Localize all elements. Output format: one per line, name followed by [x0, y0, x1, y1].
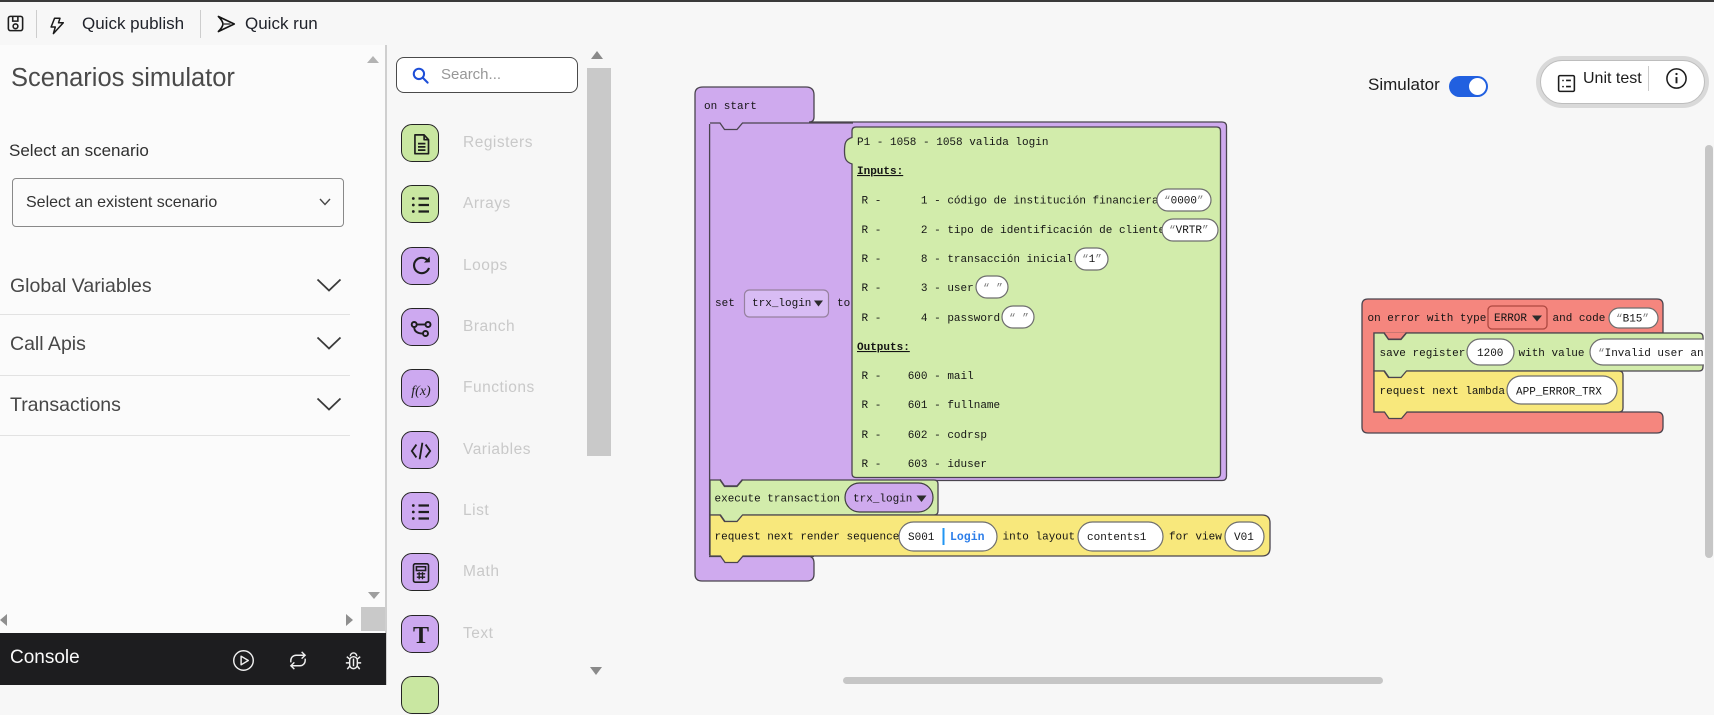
svg-text:V01: V01 [1234, 532, 1254, 544]
svg-text:R - 602 - codrsp: R - 602 - codrsp [862, 430, 987, 442]
svg-text:“ ”: “ ” [1009, 313, 1029, 325]
svg-text:for view: for view [1169, 532, 1222, 544]
svg-text:R - 1 - código de institu: R - 1 - código de institución financiera [862, 196, 1159, 208]
svg-text:R - 2 - tipo de identific: R - 2 - tipo de identificación de client… [862, 225, 1166, 237]
svg-text:“1”: “1” [1082, 254, 1102, 266]
svg-text:on start: on start [704, 101, 757, 113]
svg-text:trx_login: trx_login [853, 494, 912, 506]
svg-text:ERROR: ERROR [1494, 313, 1527, 325]
svg-text:“VRTR”: “VRTR” [1169, 225, 1209, 237]
svg-text:1200: 1200 [1477, 348, 1503, 360]
svg-text:R - 601 - fullname: R - 601 - fullname [862, 400, 1001, 412]
svg-text:R - 4 - password: R - 4 - password [862, 313, 1001, 325]
svg-text:Outputs:: Outputs: [857, 342, 910, 354]
svg-text:APP_ERROR_TRX: APP_ERROR_TRX [1516, 387, 1602, 399]
svg-text:“0000”: “0000” [1164, 196, 1204, 208]
svg-text:Inputs:: Inputs: [857, 166, 903, 178]
svg-text:S001: S001 [908, 532, 935, 544]
svg-text:“ ”: “ ” [983, 283, 1003, 295]
svg-text:request next render sequence: request next render sequence [715, 532, 900, 544]
svg-text:“B15”: “B15” [1616, 314, 1649, 326]
svg-text:on error with type: on error with type [1368, 313, 1487, 325]
svg-text:to: to [837, 298, 850, 310]
svg-text:R - 600 - mail: R - 600 - mail [862, 371, 974, 383]
svg-text:R - 3 - user: R - 3 - user [862, 283, 974, 295]
svg-text:trx_login: trx_login [752, 298, 811, 310]
svg-text:and code: and code [1553, 313, 1606, 325]
svg-text:“Invalid user and: “Invalid user and [1598, 348, 1710, 360]
svg-text:set: set [715, 298, 735, 310]
svg-text:Login: Login [950, 531, 985, 544]
svg-text:request next lambda: request next lambda [1380, 386, 1506, 398]
svg-text:save register: save register [1380, 348, 1466, 360]
svg-text:into layout: into layout [1003, 532, 1076, 544]
svg-text:P1 - 1058 - 1058 valida login: P1 - 1058 - 1058 valida login [857, 137, 1048, 149]
svg-text:execute transaction: execute transaction [715, 494, 840, 506]
svg-text:contents1: contents1 [1087, 532, 1147, 544]
svg-text:R - 603 - iduser: R - 603 - iduser [862, 459, 987, 471]
svg-text:R - 8 - transacción inici: R - 8 - transacción inicial [862, 254, 1073, 266]
svg-text:with value: with value [1519, 348, 1585, 360]
